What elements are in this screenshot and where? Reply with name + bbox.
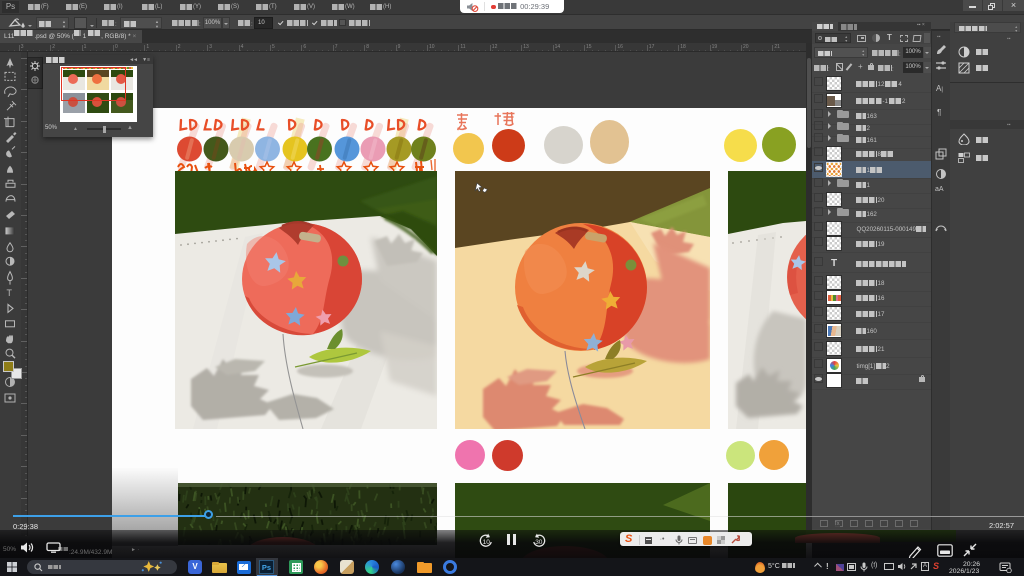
svg-text:T: T bbox=[7, 288, 13, 298]
svg-text:30: 30 bbox=[535, 539, 543, 546]
svg-text:10: 10 bbox=[483, 539, 491, 546]
